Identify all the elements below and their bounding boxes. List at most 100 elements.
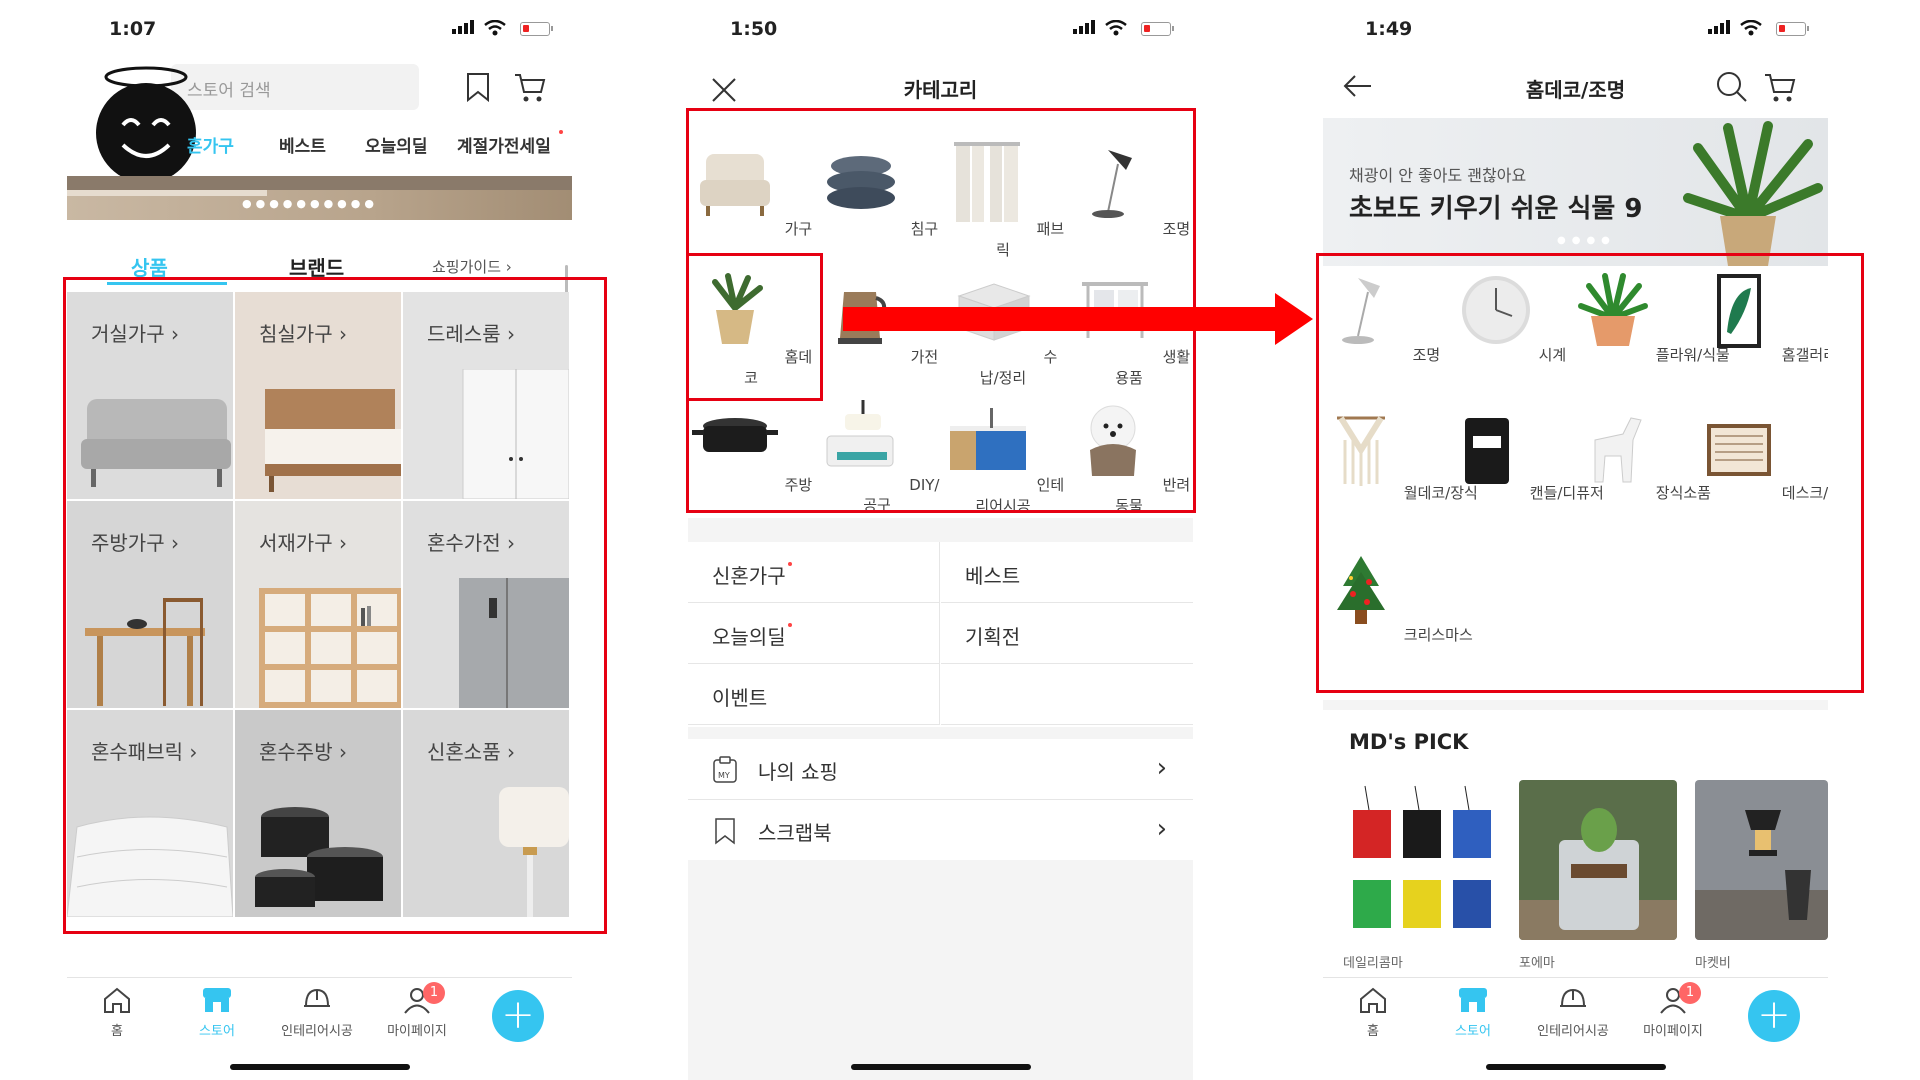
category-lighting[interactable]: 조명: [1323, 272, 1449, 365]
nav-mypage[interactable]: 마이페이지 1: [1633, 982, 1713, 1039]
nav-mypage[interactable]: 마이페이지 1: [377, 982, 457, 1039]
christmas-tree-image: [1337, 556, 1385, 624]
desk-lamp-image: [1341, 278, 1380, 344]
product-card[interactable]: [1695, 780, 1828, 940]
category-flower-plant[interactable]: 플라워/식물: [1575, 272, 1730, 365]
segment-products[interactable]: 상품: [131, 252, 168, 281]
promo-banner[interactable]: ●●●●●●●●●●: [67, 176, 572, 220]
category-pets[interactable]: 반려동물: [1066, 396, 1192, 516]
bottom-nav: 홈 스토어 인테리어시공 마이페이지 1 +: [1323, 977, 1828, 1057]
category-clock[interactable]: 시계: [1449, 272, 1575, 365]
status-time: 1:49: [1365, 18, 1413, 40]
cart-icon[interactable]: [513, 72, 547, 104]
promo-banner[interactable]: 채광이 안 좋아도 괜찮아요 초보도 키우기 쉬운 식물 9 ●●●●: [1323, 118, 1828, 266]
menu-label: 베스트: [965, 564, 1021, 588]
category-wall-deco[interactable]: 월데코/장식: [1323, 410, 1478, 503]
segment-underline: [107, 282, 227, 285]
cart-icon[interactable]: [1763, 72, 1797, 104]
my-shopping-row[interactable]: MY 나의 쇼핑 ›: [688, 739, 1193, 800]
nav-interior[interactable]: 인테리어시공: [277, 986, 357, 1039]
nav-store[interactable]: 스토어: [177, 986, 257, 1039]
category-fabric[interactable]: 혼수패브릭 ›: [67, 710, 233, 917]
diffuser-product-image: [1343, 780, 1501, 940]
search-icon[interactable]: [1715, 70, 1749, 104]
bookmark-icon[interactable]: [465, 72, 491, 102]
category-living[interactable]: 거실가구 ›: [67, 292, 233, 499]
category-homedeco[interactable]: 홈데코: [688, 268, 814, 388]
menu-event[interactable]: 이벤트: [688, 664, 940, 725]
nav-home[interactable]: 홈: [1333, 986, 1413, 1039]
clock-image: [1461, 276, 1530, 344]
clipboard-icon: MY: [713, 756, 737, 783]
category-desk-design[interactable]: 데스크/디자인…: [1701, 410, 1828, 503]
tab-season-sale[interactable]: 계절가전세일: [457, 132, 551, 157]
status-bar: 1:07: [67, 12, 572, 48]
home-indicator: [1485, 1064, 1666, 1070]
shopping-guide-link[interactable]: 쇼핑가이드 ›: [432, 256, 512, 277]
banner-title: 초보도 키우기 쉬운 식물 9: [1349, 194, 1643, 224]
status-time: 1:50: [730, 18, 778, 40]
nav-home[interactable]: 홈: [77, 986, 157, 1039]
battery-icon: [520, 22, 553, 36]
nav-interior-label: 인테리어시공: [281, 1024, 353, 1039]
menu-newlywed-furniture[interactable]: 신혼가구: [688, 542, 940, 603]
add-button[interactable]: +: [492, 990, 544, 1042]
category-cookware[interactable]: 혼수주방 ›: [235, 710, 401, 917]
nav-store-label: 스토어: [199, 1024, 235, 1039]
scrapbook-row[interactable]: 스크랩북 ›: [688, 800, 1193, 861]
nav-interior-label: 인테리어시공: [1537, 1024, 1609, 1039]
menu-label: 신혼가구: [712, 564, 786, 588]
category-label: 신혼소품 ›: [427, 740, 515, 764]
category-decor-items[interactable]: 장식소품: [1575, 410, 1711, 503]
category-label: 서재가구 ›: [259, 531, 347, 555]
menu-todays-deal[interactable]: 오늘의딜: [688, 603, 940, 664]
framed-print-image: [1717, 274, 1761, 348]
lamp-product-image: [1695, 780, 1828, 940]
nav-home-label: 홈: [111, 1024, 123, 1039]
tab-todays-deal[interactable]: 오늘의딜: [365, 132, 428, 157]
tab-best[interactable]: 베스트: [279, 132, 326, 157]
nav-interior[interactable]: 인테리어시공: [1533, 986, 1613, 1039]
category-dressroom[interactable]: 드레스룸 ›: [403, 292, 569, 499]
product-card[interactable]: [1343, 780, 1501, 940]
empty-area: [688, 860, 1193, 1080]
nav-store-label: 스토어: [1455, 1024, 1491, 1039]
page-title: 홈데코/조명: [1525, 78, 1626, 102]
bottom-nav: 홈 스토어 인테리어시공 마이페이지 1 +: [67, 977, 572, 1057]
category-kitchen[interactable]: 주방: [688, 396, 814, 495]
helmet-icon: [304, 988, 330, 1007]
status-bar: 1:50: [688, 12, 1193, 48]
category-label: 주방: [784, 476, 813, 494]
search-input[interactable]: 스토어 검색: [171, 64, 419, 110]
category-furniture[interactable]: 가구: [688, 140, 814, 239]
category-diy[interactable]: DIY/공구: [814, 396, 940, 515]
battery-icon: [1776, 22, 1809, 36]
category-kitchen[interactable]: 주방가구 ›: [67, 501, 233, 708]
home-indicator: [229, 1064, 410, 1070]
menu-best[interactable]: 베스트: [941, 542, 1193, 603]
category-bedroom[interactable]: 침실가구 ›: [235, 292, 401, 499]
segment-brands[interactable]: 브랜드: [289, 252, 344, 281]
helmet-icon: [1560, 988, 1586, 1007]
category-newlywed-goods[interactable]: 신혼소품 ›: [403, 710, 569, 917]
category-christmas[interactable]: 크리스마스: [1323, 552, 1473, 645]
category-label: 조명: [1412, 346, 1441, 364]
menu-exhibition[interactable]: 기획전: [941, 603, 1193, 664]
category-bedding[interactable]: 침구: [814, 140, 940, 239]
category-interior-construction[interactable]: 인테리어시공: [940, 396, 1066, 516]
category-lighting[interactable]: 조명: [1066, 140, 1192, 239]
category-candle-diffuser[interactable]: 캔들/디퓨저: [1449, 410, 1604, 503]
notification-badge: 1: [1679, 982, 1701, 1004]
category-label: 데스크/디자인…: [1781, 484, 1828, 502]
category-home-gallery[interactable]: 홈갤러리: [1701, 272, 1828, 365]
tab-furniture[interactable]: 혼가구: [187, 132, 234, 157]
chevron-right-icon: ›: [1156, 753, 1167, 783]
add-button[interactable]: +: [1748, 990, 1800, 1042]
category-fabric[interactable]: 패브릭: [940, 140, 1066, 260]
nav-store[interactable]: 스토어: [1433, 986, 1513, 1039]
signal-icon: [1073, 20, 1095, 34]
category-study[interactable]: 서재가구 ›: [235, 501, 401, 708]
product-card[interactable]: [1519, 780, 1677, 940]
category-appliances[interactable]: 혼수가전 ›: [403, 501, 569, 708]
category-grid: 거실가구 › 침실가구 › 드레스룸 › 주방가구 › 서재가구 › 혼수가전 …: [67, 292, 572, 920]
